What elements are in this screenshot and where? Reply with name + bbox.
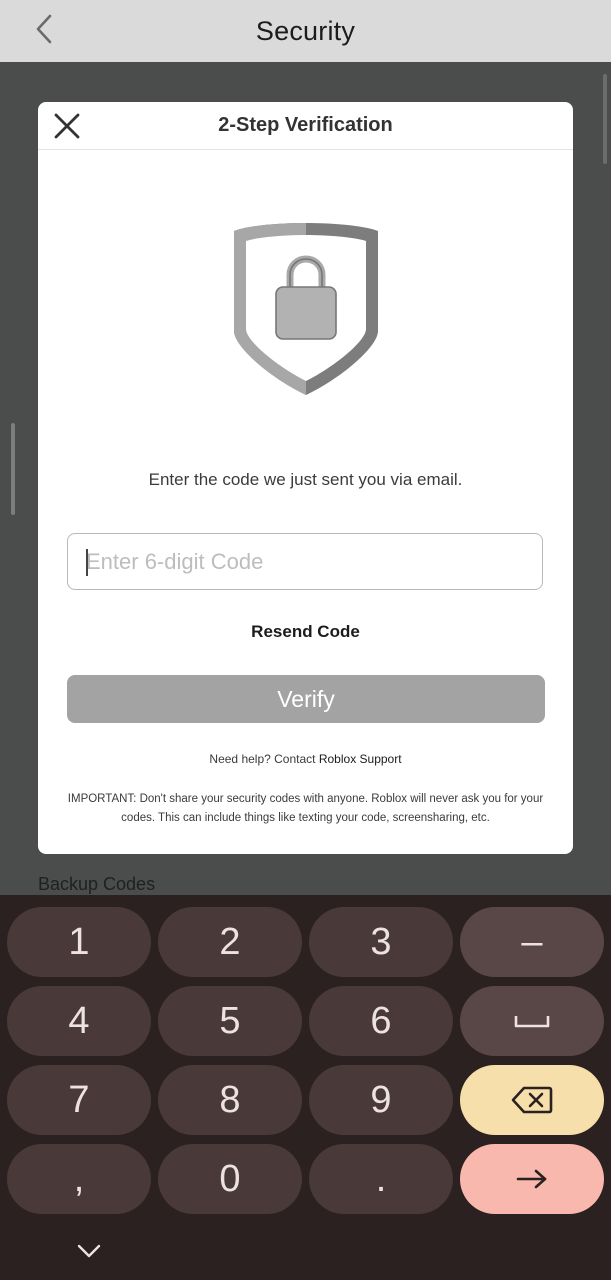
scrollbar-right: [603, 74, 607, 164]
roblox-support-link[interactable]: Roblox Support: [319, 752, 402, 766]
close-icon: [54, 113, 80, 139]
key-dot[interactable]: .: [309, 1144, 453, 1214]
backspace-key[interactable]: [460, 1065, 604, 1135]
backspace-icon: [511, 1086, 553, 1114]
back-button[interactable]: [28, 12, 60, 46]
key-7[interactable]: 7: [7, 1065, 151, 1135]
help-text: Need help? Contact Roblox Support: [38, 752, 573, 766]
dialog-title: 2-Step Verification: [218, 114, 393, 136]
enter-key[interactable]: [460, 1144, 604, 1214]
key-space[interactable]: [460, 986, 604, 1056]
key-9[interactable]: 9: [309, 1065, 453, 1135]
shield-lock-icon: [234, 223, 378, 395]
app-bar: Security: [0, 0, 611, 62]
instruction-text: Enter the code we just sent you via emai…: [148, 470, 463, 489]
key-8[interactable]: 8: [158, 1065, 302, 1135]
chevron-down-icon: [77, 1244, 101, 1258]
help-prefix: Need help? Contact: [209, 752, 316, 766]
backup-codes-label: Backup Codes: [38, 874, 156, 894]
hide-keyboard-button[interactable]: [76, 1241, 102, 1261]
resend-code-button[interactable]: Resend Code: [38, 622, 573, 642]
key-3[interactable]: 3: [309, 907, 453, 977]
important-notice: IMPORTANT: Don't share your security cod…: [67, 793, 544, 824]
text-caret: [86, 549, 88, 576]
key-0[interactable]: 0: [158, 1144, 302, 1214]
page-title: Security: [255, 15, 356, 46]
key-comma[interactable]: ,: [7, 1144, 151, 1214]
key-6[interactable]: 6: [309, 986, 453, 1056]
key-2[interactable]: 2: [158, 907, 302, 977]
verification-code-input[interactable]: [67, 533, 543, 590]
scrollbar-left: [11, 423, 15, 515]
dialog-header: 2-Step Verification: [38, 102, 573, 150]
verify-button[interactable]: Verify: [67, 675, 545, 723]
key-4[interactable]: 4: [7, 986, 151, 1056]
key-minus[interactable]: –: [460, 907, 604, 977]
key-5[interactable]: 5: [158, 986, 302, 1056]
numeric-keyboard: 1 2 3 – 4 5 6 7 8 9 , 0 .: [0, 895, 611, 1280]
key-1[interactable]: 1: [7, 907, 151, 977]
chevron-left-icon: [36, 14, 52, 44]
close-button[interactable]: [52, 111, 82, 141]
verification-dialog: 2-Step Verification Enter the code we ju…: [38, 102, 573, 854]
space-icon: [514, 1016, 550, 1028]
arrow-right-icon: [516, 1169, 547, 1189]
